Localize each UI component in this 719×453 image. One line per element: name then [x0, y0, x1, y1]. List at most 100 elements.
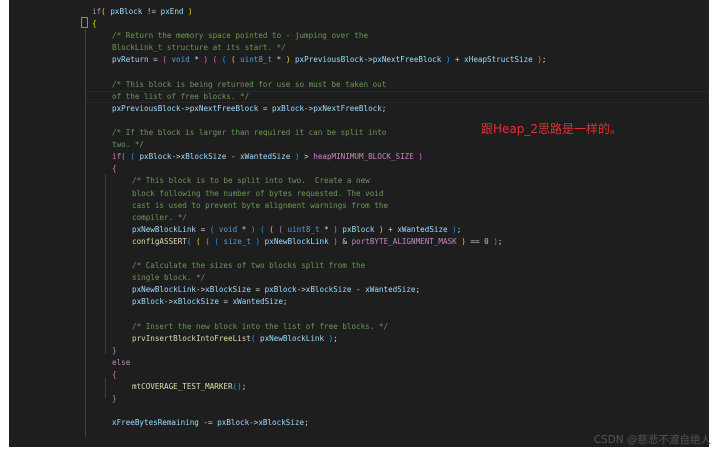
code-token: void: [218, 224, 238, 234]
code-token: +: [450, 55, 465, 65]
code-token: ;: [241, 382, 247, 392]
code-token: ): [532, 55, 542, 65]
code-token: (: [212, 55, 222, 65]
code-line[interactable]: pxPreviousBlock->pxNextFreeBlock = pxBlo…: [112, 103, 386, 115]
code-line[interactable]: BlockLink_t structure at its start. */: [112, 42, 286, 54]
code-token: =: [250, 285, 265, 295]
code-token: ->: [363, 55, 373, 65]
code-line[interactable]: /* If the block is larger than required …: [112, 127, 386, 139]
code-token: (: [121, 152, 131, 162]
code-token: xHeapStructSize: [464, 55, 533, 65]
code-token: (: [186, 236, 197, 246]
code-token: single block. */: [132, 273, 206, 283]
code-token: xBlockSize: [173, 297, 219, 307]
code-line[interactable]: of the list of free blocks. */: [112, 91, 249, 103]
code-token: ): [328, 236, 338, 246]
code-token: {: [112, 164, 117, 174]
code-token: xWantedSize: [240, 152, 291, 162]
code-token: void: [171, 55, 190, 65]
code-line[interactable]: configASSERT( ( ( ( size_t ) pxNewBlockL…: [132, 236, 502, 248]
code-token: prvInsertBlockIntoFreeList: [132, 333, 251, 343]
code-token: xFreeBytesRemaining: [112, 418, 199, 428]
code-token: pxPreviousBlock: [294, 55, 364, 65]
code-token: /* Calculate the sizes of two blocks spl…: [132, 261, 366, 271]
code-token: (: [260, 224, 270, 234]
code-line[interactable]: /* Calculate the sizes of two blocks spl…: [132, 260, 365, 272]
code-token: xWantedSize: [232, 297, 283, 307]
code-line[interactable]: single block. */: [132, 272, 205, 284]
code-token: -: [351, 285, 366, 295]
code-line[interactable]: if( ( pxBlock->xBlockSize - xWantedSize …: [112, 151, 423, 163]
code-line[interactable]: pxNewBlockLink = ( void * ) ( ( ( uint8_…: [132, 224, 461, 236]
code-line[interactable]: if( pxBlock != pxEnd ): [92, 6, 193, 18]
code-line[interactable]: /* Insert the new block into the list of…: [132, 321, 388, 333]
code-line[interactable]: pxBlock->xBlockSize = xWantedSize;: [132, 296, 287, 308]
code-token: (: [278, 224, 288, 234]
code-token: *: [272, 55, 286, 65]
code-line[interactable]: pvReturn = ( void * ) ( ( ( uint8_t * ) …: [112, 54, 546, 66]
code-token: /* This block is to be split into two. C…: [132, 176, 370, 186]
code-token: !=: [142, 7, 161, 16]
code-line[interactable]: {: [112, 163, 117, 175]
code-token: pxNewBlockLink: [132, 224, 197, 234]
code-line[interactable]: /* This block is to be split into two. C…: [132, 175, 370, 187]
code-line[interactable]: cast is used to prevent byte alignment w…: [132, 200, 388, 212]
code-token: }: [112, 394, 117, 404]
code-line[interactable]: /* Return the memory space pointed to - …: [112, 30, 368, 42]
code-token: pxNextFreeBlock: [189, 103, 259, 113]
code-token: heapMINIMUM_BLOCK_SIZE: [313, 152, 414, 162]
code-line[interactable]: else: [112, 357, 130, 369]
indent-guide: [105, 378, 106, 398]
code-line[interactable]: {: [92, 18, 97, 30]
code-token: ->: [196, 285, 206, 295]
code-line[interactable]: }: [112, 393, 117, 405]
code-token: ;: [282, 297, 288, 307]
code-token: ;: [541, 55, 547, 65]
code-token: ): [183, 7, 193, 16]
code-token: +: [383, 224, 398, 234]
code-line[interactable]: {: [112, 369, 117, 381]
indent-guide: [85, 29, 86, 437]
bracket-match-marker: [81, 17, 88, 28]
code-editor[interactable]: if( pxBlock != pxEnd ){/* Return the mem…: [9, 0, 709, 447]
code-token: xWantedSize: [397, 224, 448, 234]
code-token: xBlockSize: [180, 152, 227, 162]
code-line[interactable]: mtCOVERAGE_TEST_MARKER();: [132, 381, 246, 393]
code-token: ): [374, 224, 384, 234]
code-token: pxBlock: [264, 285, 297, 295]
code-line[interactable]: prvInsertBlockIntoFreeList( pxNewBlockLi…: [132, 333, 338, 345]
code-token: size_t: [223, 236, 251, 246]
code-token: ;: [497, 236, 503, 246]
code-token: pxBlock: [139, 152, 172, 162]
code-token: ->: [164, 297, 174, 307]
code-token: *: [189, 55, 204, 65]
code-token: pxBlock: [110, 7, 143, 16]
code-token: pxEnd: [160, 7, 184, 16]
code-line[interactable]: block following the number of bytes requ…: [132, 188, 383, 200]
code-token: pvReturn: [112, 55, 149, 65]
code-token: xBlockSize: [305, 285, 352, 295]
code-token: ): [488, 236, 498, 246]
code-token: else: [112, 357, 131, 367]
code-token: two. */: [112, 140, 145, 150]
code-token: =: [196, 224, 210, 234]
code-token: pxBlock: [342, 224, 375, 234]
code-token: ): [250, 236, 261, 246]
code-token: ): [290, 152, 300, 162]
code-token: xWantedSize: [365, 285, 416, 295]
code-line[interactable]: pxNewBlockLink->xBlockSize = pxBlock->xB…: [132, 284, 420, 296]
code-token: ==: [465, 236, 485, 246]
code-token: }: [112, 345, 117, 355]
code-token: /* Insert the new block into the list of…: [132, 321, 389, 331]
code-token: >: [299, 152, 314, 162]
code-token: compiler. */: [132, 212, 187, 222]
code-token: (: [209, 224, 219, 234]
code-line[interactable]: compiler. */: [132, 212, 187, 224]
code-line[interactable]: /* This block is being returned for use …: [112, 79, 386, 91]
code-token: (: [196, 236, 206, 246]
code-line[interactable]: two. */: [112, 139, 144, 151]
code-token: ->: [304, 103, 314, 113]
code-line[interactable]: xFreeBytesRemaining -= pxBlock->xBlockSi…: [112, 417, 309, 429]
code-token: {: [92, 19, 97, 29]
code-line[interactable]: }: [112, 345, 117, 357]
